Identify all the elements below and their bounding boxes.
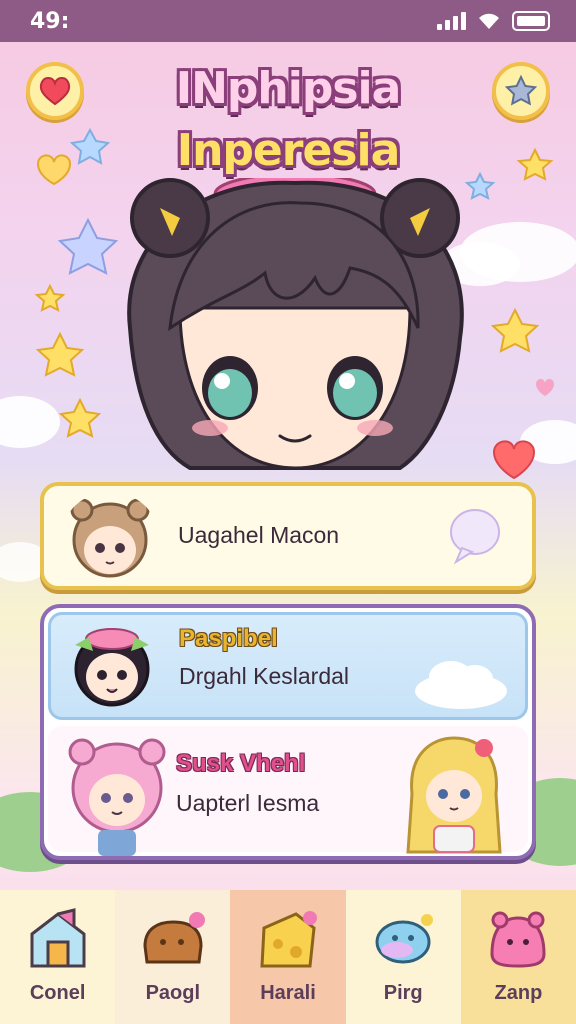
cheese-icon (260, 911, 317, 968)
status-icons (437, 11, 550, 31)
house-icon (30, 908, 86, 968)
nav-label: Paogl (145, 982, 201, 1004)
bottom-navigation: Conel Paogl Harali Pirg Zanp (0, 890, 576, 1024)
hero-character-portrait (127, 178, 464, 470)
character-card-3[interactable]: Susk Vhehl Uapterl Iesma (48, 726, 528, 856)
signal-icon (437, 12, 466, 30)
star-button[interactable] (492, 62, 550, 120)
nav-item-conel[interactable]: Conel (0, 890, 116, 1024)
nav-label: Harali (260, 982, 316, 1004)
favorites-button[interactable] (26, 62, 84, 120)
status-bar: 49: (0, 0, 576, 42)
bread-icon (143, 912, 205, 964)
avatar (70, 498, 150, 578)
game-title-line1: INphipsia (175, 63, 402, 114)
nav-label: Conel (29, 982, 86, 1004)
character-card-2[interactable]: Paspibel Drgahl Keslardal (48, 612, 528, 720)
nav-item-paogl[interactable]: Paogl (115, 890, 231, 1024)
avatar-secondary (406, 736, 502, 854)
nav-label: Pirg (383, 982, 423, 1004)
card-3-text: Uapterl Iesma (176, 790, 320, 816)
card-3-name: Susk Vhehl (176, 750, 306, 777)
card-2-text: Drgahl Keslardal (179, 663, 350, 689)
wifi-icon (479, 13, 499, 29)
character-card-1[interactable]: Uagahel Macon (40, 482, 536, 590)
card-2-name: Paspibel (179, 625, 278, 652)
heart-icon (39, 77, 71, 106)
speech-bubble-icon[interactable] (448, 506, 502, 566)
game-title-line2: Inperesia (176, 125, 401, 176)
fish-icon (375, 914, 434, 964)
cloud-decoration (415, 661, 507, 709)
avatar (74, 628, 150, 707)
jelly-icon (490, 911, 546, 968)
star-icon (505, 75, 537, 106)
status-time: 49: (30, 8, 70, 34)
avatar (68, 738, 166, 856)
nav-item-pirg[interactable]: Pirg (345, 890, 461, 1024)
character-list-group: Paspibel Drgahl Keslardal Susk Vhehl Uap… (40, 604, 536, 860)
nav-label: Zanp (494, 982, 543, 1004)
nav-item-zanp[interactable]: Zanp (460, 890, 576, 1024)
battery-icon (512, 11, 550, 31)
card-1-text: Uagahel Macon (178, 522, 340, 548)
nav-item-harali[interactable]: Harali (230, 890, 346, 1024)
